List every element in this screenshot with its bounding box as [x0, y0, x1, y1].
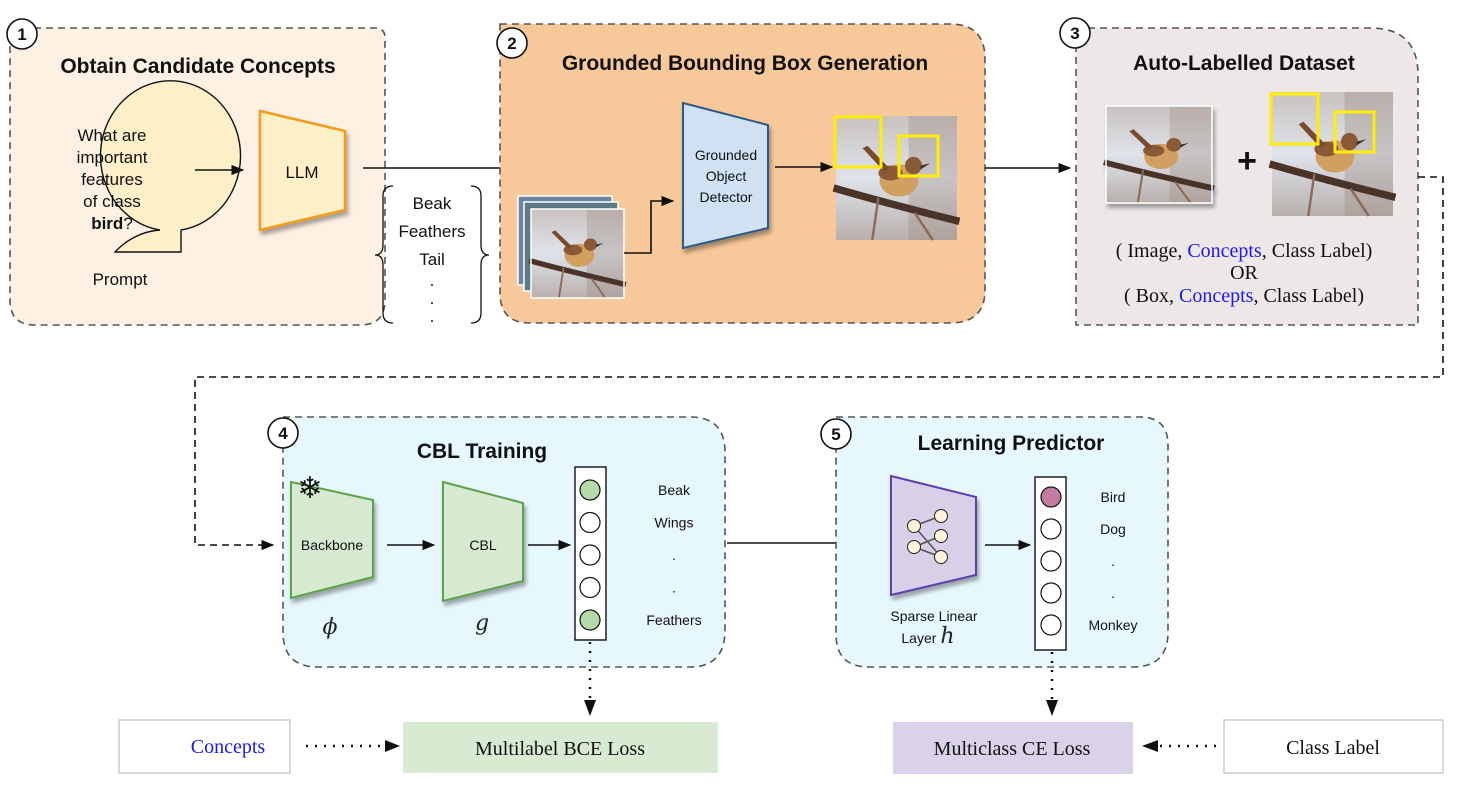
- concept-label: Feathers: [646, 612, 701, 628]
- stage-4-badge: 4: [267, 417, 299, 449]
- concept-node-active: [579, 479, 601, 501]
- candidate-concept-item: Tail: [419, 250, 445, 269]
- class-label: .: [1111, 553, 1115, 569]
- dataset-tuple-box: ( Box, Concepts, Class Label): [1124, 285, 1364, 307]
- class-label: Dog: [1100, 521, 1126, 537]
- stage-3-badge: 3: [1059, 17, 1091, 49]
- tuple-open: ( Box,: [1124, 285, 1179, 307]
- stage-3-title: Auto-Labelled Dataset: [1133, 52, 1355, 75]
- prompt-caption: Prompt: [93, 270, 148, 289]
- candidate-concept-item: Beak: [413, 194, 452, 213]
- bce-loss-box: Multilabel BCE Loss: [403, 722, 718, 773]
- prompt-line-2: important: [77, 148, 148, 167]
- concept-node-active: [579, 609, 601, 631]
- stage-3-number: 3: [1070, 24, 1079, 43]
- stage-5-panel: 5 Learning Predictor Sparse Linear Layer…: [820, 416, 1169, 668]
- ce-loss-label: Multiclass CE Loss: [934, 738, 1091, 760]
- concept-label: Beak: [658, 482, 691, 498]
- stage-5-title: Learning Predictor: [918, 432, 1105, 455]
- stage-2-badge: 2: [496, 27, 528, 59]
- tuple-concepts: Concepts: [1187, 240, 1262, 262]
- stage-3-panel: 3 Auto-Labelled Dataset + ( Image, Conce…: [1059, 17, 1419, 326]
- detector-label-line: Detector: [700, 189, 753, 205]
- tuple-close: , Class Label): [1253, 285, 1364, 307]
- frozen-snowflake-icon: ❄: [297, 471, 322, 506]
- detected-boxes-image: [834, 116, 960, 240]
- bce-arrowhead: [584, 700, 596, 716]
- ce-arrowhead: [1046, 700, 1058, 716]
- prompt-question-mark: ?: [123, 214, 132, 233]
- prompt-line-4: of class: [83, 192, 141, 211]
- class-label: .: [1111, 585, 1115, 601]
- detector-label-line: Grounded: [695, 147, 757, 163]
- right-brace: [470, 185, 490, 324]
- sparse-layer-label-line-1: Sparse Linear: [890, 608, 978, 624]
- class-label: Monkey: [1088, 617, 1137, 633]
- tuple-close: , Class Label): [1262, 240, 1373, 262]
- stage-1-panel: 1 Obtain Candidate Concepts What are imp…: [6, 18, 386, 326]
- cbl-label: CBL: [469, 537, 496, 553]
- stage-1-badge: 1: [6, 18, 38, 50]
- class-node: [1040, 614, 1062, 636]
- concept-label: .: [672, 580, 676, 596]
- tuple-open: ( Image,: [1116, 240, 1188, 262]
- sparse-linear-layer-block: [890, 474, 977, 597]
- cbl-symbol: g: [475, 611, 489, 636]
- concepts-arrowhead: [385, 740, 400, 752]
- candidate-concepts-list: Beak Feathers Tail . . .: [374, 185, 490, 326]
- class-node-active: [1040, 486, 1062, 508]
- class-node: [1040, 550, 1062, 572]
- dataset-or: OR: [1230, 262, 1258, 284]
- llm-label: LLM: [285, 163, 318, 182]
- class-label: Bird: [1101, 489, 1126, 505]
- concept-node: [579, 511, 601, 534]
- stage-2-title: Grounded Bounding Box Generation: [562, 52, 928, 75]
- stage-2-number: 2: [507, 34, 516, 53]
- detector-label-line: Object: [706, 168, 747, 184]
- class-node: [1040, 518, 1062, 540]
- tuple-concepts: Concepts: [1179, 285, 1254, 307]
- concepts-input-label: Concepts: [191, 736, 266, 758]
- bce-loss-label: Multilabel BCE Loss: [475, 738, 645, 760]
- prompt-line-3: features: [81, 170, 142, 189]
- class-label-input-box: Class Label: [1223, 719, 1444, 774]
- stage-1-title: Obtain Candidate Concepts: [60, 55, 335, 78]
- backbone-label: Backbone: [301, 537, 363, 553]
- backbone-symbol: ϕ: [323, 615, 338, 640]
- prompt-line-5: bird?: [91, 214, 133, 233]
- stage-4-panel: 4 CBL Training ❄ Backbone ϕ CBL g Beak Wi…: [267, 416, 726, 668]
- input-image-stack: [517, 195, 626, 298]
- prompt-line-1: What are: [78, 126, 147, 145]
- boxed-image: [1270, 92, 1396, 216]
- ellipsis-dot: .: [430, 307, 435, 326]
- concept-node: [579, 576, 601, 599]
- concepts-input-box: Concepts: [118, 719, 291, 774]
- layer-word: Layer: [901, 630, 936, 646]
- stage-1-number: 1: [17, 25, 26, 44]
- stage-2-panel: 2 Grounded Bounding Box Generation Groun…: [496, 23, 986, 324]
- prompt-class-name: bird: [91, 214, 123, 233]
- ellipsis-dot: .: [430, 289, 435, 308]
- ellipsis-dot: .: [430, 271, 435, 290]
- dataset-tuple-image: ( Image, Concepts, Class Label): [1116, 240, 1373, 262]
- class-node: [1040, 582, 1062, 604]
- ce-loss-box: Multiclass CE Loss: [893, 722, 1133, 774]
- stage-5-number: 5: [831, 425, 840, 444]
- stage-4-title: CBL Training: [417, 440, 547, 463]
- stage-4-number: 4: [278, 424, 288, 443]
- layer-symbol: h: [940, 624, 954, 649]
- concept-label: .: [672, 547, 676, 563]
- pipeline-diagram: 1 Obtain Candidate Concepts What are imp…: [6, 17, 1444, 774]
- class-label-input-label: Class Label: [1286, 737, 1380, 759]
- candidate-concept-item: Feathers: [398, 222, 465, 241]
- raw-image: [1104, 106, 1214, 203]
- stage-5-badge: 5: [820, 418, 852, 450]
- concept-label: Wings: [655, 515, 694, 531]
- concept-node: [579, 544, 601, 566]
- plus-sign: +: [1237, 142, 1257, 180]
- class-label-arrowhead: [1142, 740, 1158, 752]
